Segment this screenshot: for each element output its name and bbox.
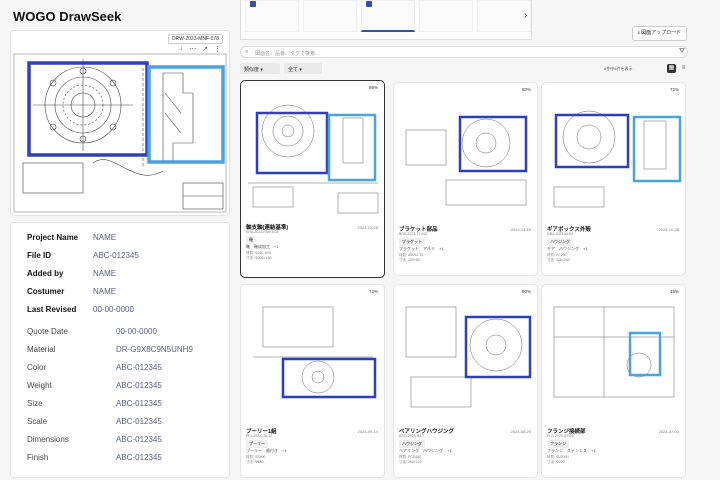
card-dimensions: 寸法: Φ305×180 (246, 256, 272, 260)
card-category-tag: ハウジング (399, 440, 425, 448)
card-tags: プーリー 歯付き +1 (246, 448, 287, 453)
card-drawing (396, 85, 537, 220)
technical-drawing (13, 53, 227, 213)
result-card[interactable]: 72% ギアボックス外殻 GBX-2023-W-K4 2024-10-28 ハウ… (541, 82, 686, 276)
card-drawing (544, 287, 685, 422)
more-icon[interactable]: ⋯ (189, 45, 196, 53)
card-category-tag: 軸 (246, 236, 256, 244)
card-dimensions: 寸法: 150×80 (399, 258, 420, 262)
card-tags: ギア ハウジング +1 (547, 246, 588, 251)
checkbox-checked-icon[interactable] (366, 1, 372, 7)
thumbnail-3[interactable] (361, 0, 415, 32)
grid-view-icon[interactable]: ▦ (667, 64, 676, 73)
file-metadata-panel: Project Name NAME File ID ABC-012345 Added… (10, 222, 230, 478)
category-filter-select[interactable]: 全て ▾ (284, 63, 322, 74)
result-card[interactable]: 80% ベアリングハウジング BRG-2023-RJ-7 2024-08-20 … (393, 284, 538, 478)
card-tags: ブラケット アルミ +1 (399, 246, 444, 251)
card-file-id: BRK-2023-TY-042 (399, 232, 428, 236)
card-category-tag: フランジ (547, 440, 569, 448)
chevron-right-icon[interactable]: › (524, 10, 527, 21)
upload-drawing-button[interactable]: ⭳ 図面アップロード (632, 26, 688, 41)
similarity-score: 80% (521, 87, 531, 92)
card-category-tag: ブラケット (399, 238, 425, 246)
thumbnail-2[interactable] (303, 0, 357, 32)
card-file-id: SHA-2023-RMF-518 (246, 230, 278, 234)
card-dimensions: 寸法: Φ220 (547, 460, 565, 464)
card-category-tag: プーリー (246, 440, 268, 448)
download-icon[interactable]: ↓ (180, 45, 184, 53)
search-input[interactable]: ⌕ 図面名、品番、タグで検索... (240, 46, 688, 58)
card-dimensions: 寸法: Φ180 (246, 460, 264, 464)
result-card[interactable]: 45% フランジ接続部 FLG-2023-SS-09 2024-07-03 フラ… (541, 284, 686, 478)
card-tags: ベアリング ハウジング +1 (399, 448, 452, 453)
similarity-score: 72% (669, 87, 679, 92)
result-card[interactable]: 86% 軸支軸(連結基準) SHA-2023-RMF-518 2024-12-0… (240, 80, 385, 278)
result-count: 6件中6件を表示 (604, 66, 633, 71)
card-drawing (243, 287, 384, 422)
drawing-preview-panel: DRW-2023-MNF-078 ↓ ⋯ ↗ ⋮ (10, 30, 230, 216)
card-date: 2024-11-16 (510, 227, 531, 232)
card-dimensions: 寸法: 260×120 (399, 460, 422, 464)
card-category-tag: ハウジング (547, 238, 573, 246)
card-dimensions: 寸法: 320×240 (547, 258, 570, 262)
result-card[interactable]: 80% ブラケット部品 BRK-2023-TY-042 2024-11-16 ブ… (393, 82, 538, 276)
card-date: 2024-12-08 (357, 225, 378, 230)
menu-icon[interactable]: ⋮ (214, 45, 221, 53)
similarity-score: 86% (368, 85, 378, 90)
share-icon[interactable]: ↗ (202, 45, 208, 53)
similarity-score: 45% (669, 289, 679, 294)
card-file-id: GBX-2023-W-K4 (547, 232, 574, 236)
thumbnail-strip (240, 0, 532, 40)
similarity-score: 80% (521, 289, 531, 294)
search-icon: ⌕ (245, 49, 249, 55)
list-view-icon[interactable]: ≡ (679, 64, 688, 73)
card-drawing (396, 287, 537, 422)
similarity-score: 72% (368, 289, 378, 294)
card-file-id: PLY-2023-CB-12 (246, 434, 273, 438)
thumbnail-1[interactable] (245, 0, 299, 32)
checkbox-checked-icon[interactable] (250, 1, 256, 7)
card-date: 2024-10-28 (658, 227, 679, 232)
thumbnail-5[interactable] (477, 0, 531, 32)
card-tags: フランジ ステンレス +1 (547, 448, 596, 453)
thumbnail-4[interactable] (419, 0, 473, 32)
app-title: WOGO DrawSeek (13, 9, 122, 24)
result-card[interactable]: 72% プーリー1組 PLY-2023-CB-12 2024-09-14 プーリ… (240, 284, 385, 478)
preview-file-id-badge: DRW-2023-MNF-078 (167, 34, 223, 44)
filter-icon[interactable]: ⛛ (679, 48, 685, 56)
card-tags: 軸 軸成加工 +1 (246, 244, 279, 249)
card-date: 2024-08-20 (510, 429, 531, 434)
card-drawing (243, 83, 384, 218)
card-file-id: BRG-2023-RJ-7 (399, 434, 425, 438)
card-date: 2024-09-14 (357, 429, 378, 434)
card-date: 2024-07-03 (658, 429, 679, 434)
sort-select[interactable]: 類似度 ▾ (240, 63, 280, 74)
card-drawing (544, 85, 685, 220)
card-file-id: FLG-2023-SS-09 (547, 434, 574, 438)
